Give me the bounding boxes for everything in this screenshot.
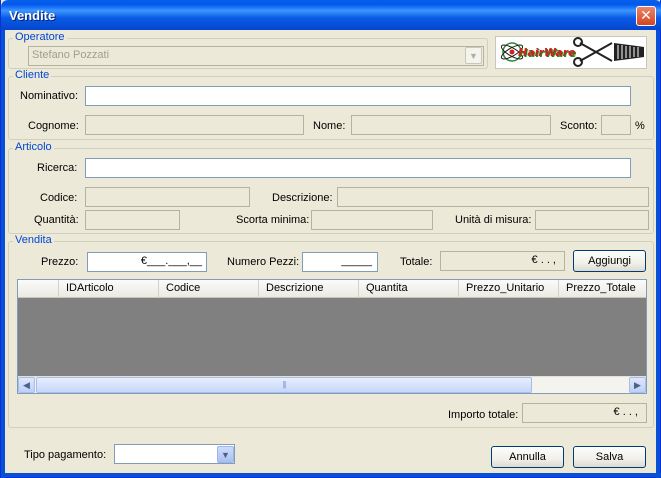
col-header-codice[interactable]: Codice (158, 280, 258, 298)
numero-pezzi-input[interactable]: _____ (302, 252, 378, 272)
scorta-minima-field (311, 210, 433, 230)
sconto-label: Sconto: (560, 120, 598, 132)
aggiungi-button[interactable]: Aggiungi (573, 250, 646, 272)
annulla-button[interactable]: Annulla (491, 446, 564, 468)
importo-totale-mask: € . . , (613, 406, 638, 418)
numero-pezzi-label: Numero Pezzi: (227, 256, 300, 268)
numero-pezzi-mask: _____ (341, 255, 372, 267)
codice-label: Codice: (40, 192, 78, 204)
articolo-legend: Articolo (13, 141, 54, 153)
percent-label: % (635, 120, 645, 132)
scroll-thumb[interactable]: ||| (36, 377, 532, 393)
scroll-left-icon[interactable]: ◀ (18, 377, 35, 393)
nome-field (351, 115, 551, 135)
importo-totale-field: € . . , (522, 403, 647, 423)
title-bar: Vendite ✕ (1, 0, 661, 30)
close-button[interactable]: ✕ (636, 6, 656, 26)
grid-header: IDArticolo Codice Descrizione Quantita P… (18, 280, 646, 298)
prezzo-label: Prezzo: (41, 256, 79, 268)
row-header-corner (18, 280, 58, 298)
col-header-idarticolo[interactable]: IDArticolo (58, 280, 158, 298)
frame-right (656, 30, 660, 478)
cliente-legend: Cliente (13, 69, 52, 81)
frame-left (1, 30, 5, 478)
unita-misura-label: Unità di misura: (455, 214, 532, 226)
totale-label: Totale: (400, 256, 433, 268)
col-header-quantita[interactable]: Quantita (358, 280, 458, 298)
nome-label: Nome: (313, 120, 346, 132)
tipo-pagamento-label: Tipo pagamento: (24, 449, 107, 461)
operatore-dropdown-icon[interactable]: ▼ (465, 47, 482, 64)
scroll-right-icon[interactable]: ▶ (629, 377, 646, 393)
nominativo-label: Nominativo: (20, 90, 79, 102)
descrizione-field (337, 187, 649, 207)
totale-mask: € . . , (531, 254, 556, 266)
grid-hscrollbar[interactable]: ◀ ||| ▶ (18, 376, 646, 393)
logo-text: HairWare (518, 46, 576, 59)
col-header-descrizione[interactable]: Descrizione (258, 280, 358, 298)
articoli-grid[interactable]: IDArticolo Codice Descrizione Quantita P… (17, 279, 647, 394)
vendite-window: Vendite ✕ Operatore Stefano Pozzati ▼ Ha… (0, 0, 661, 478)
scroll-grip: ||| (282, 380, 286, 389)
cognome-label: Cognome: (28, 120, 79, 132)
hairware-logo: HairWare (495, 36, 647, 69)
close-icon: ✕ (640, 7, 652, 23)
vendita-legend: Vendita (13, 234, 54, 246)
ricerca-input[interactable] (85, 158, 631, 178)
scorta-minima-label: Scorta minima: (236, 214, 310, 226)
tipo-pagamento-dropdown-icon[interactable]: ▼ (217, 446, 234, 463)
codice-field (85, 187, 250, 207)
unita-misura-field (535, 210, 649, 230)
importo-totale-label: Importo totale: (448, 409, 519, 421)
sconto-field (601, 115, 631, 135)
operatore-legend: Operatore (13, 31, 67, 43)
col-header-prezzo-totale[interactable]: Prezzo_Totale (558, 280, 646, 298)
operatore-value: Stefano Pozzati (32, 49, 110, 61)
prezzo-input[interactable]: €___.___,__ (87, 252, 207, 272)
ricerca-label: Ricerca: (37, 162, 78, 174)
frame-bottom (1, 473, 661, 477)
window-title: Vendite (9, 8, 56, 23)
operatore-group: Operatore Stefano Pozzati ▼ (8, 31, 488, 69)
prezzo-mask: €___.___,__ (140, 255, 202, 267)
salva-button[interactable]: Salva (573, 446, 646, 468)
col-header-prezzo-unitario[interactable]: Prezzo_Unitario (458, 280, 558, 298)
quantita-field (85, 210, 180, 230)
cognome-field (85, 115, 304, 135)
totale-field: € . . , (440, 251, 565, 271)
descrizione-label: Descrizione: (272, 192, 333, 204)
nominativo-input[interactable] (85, 86, 631, 106)
quantita-label: Quantità: (34, 214, 79, 226)
operatore-combo[interactable]: Stefano Pozzati (28, 46, 484, 66)
